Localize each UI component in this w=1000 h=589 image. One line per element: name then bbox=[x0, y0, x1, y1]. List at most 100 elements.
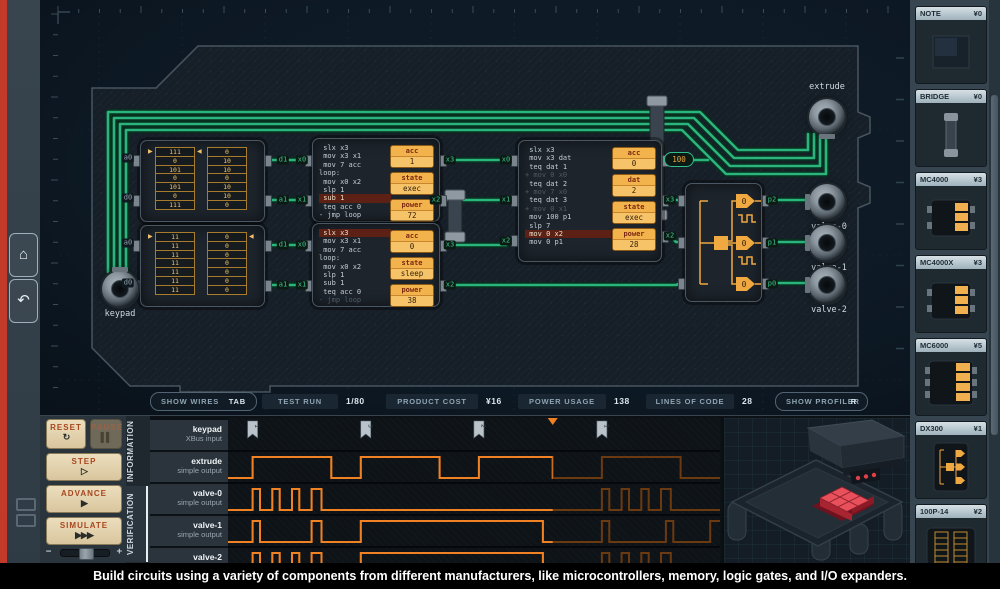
part-card-mc4000x[interactable]: MC4000X¥3 bbox=[915, 255, 987, 333]
chip-pin bbox=[678, 278, 685, 290]
wire-label: a1 bbox=[277, 281, 289, 290]
reset-button[interactable]: RESET ↻ bbox=[46, 419, 86, 449]
part-card-mc6000[interactable]: MC6000 ¥5 bbox=[915, 338, 987, 416]
advance-label: ADVANCE bbox=[61, 489, 107, 498]
circuit-viewport[interactable]: ▶ ◀ 111010101010111 01010010100 ▶ ◀ 1111… bbox=[40, 0, 910, 415]
code-editor[interactable]: slx x3 mov x3 x1 mov 7 accloop: mov x0 x… bbox=[319, 144, 391, 220]
part-name: MC6000 bbox=[920, 339, 948, 352]
code-line: slp 1 bbox=[319, 186, 391, 194]
code-line: slx x3 bbox=[525, 146, 611, 154]
svg-text:2: 2 bbox=[479, 424, 487, 428]
chip-pin bbox=[678, 237, 685, 249]
track-label-extrude: extrudesimple output bbox=[150, 452, 228, 482]
part-card-mc4000[interactable]: MC4000 ¥3 bbox=[915, 172, 987, 250]
pause-button[interactable]: PAUSE ▌▌ bbox=[90, 419, 122, 449]
wire-label: x1 bbox=[296, 281, 308, 290]
wire-label: x2 bbox=[664, 232, 676, 241]
minus-icon[interactable]: − bbox=[46, 546, 51, 558]
mc4000-thumbnail bbox=[925, 196, 977, 240]
test-run-label: TEST RUN bbox=[262, 394, 338, 409]
register-value: 0 bbox=[391, 242, 433, 252]
slider-track[interactable] bbox=[60, 549, 110, 557]
microcontroller-mc4000x[interactable]: slx x3 mov x3 x1 mov 7 accloop: mov x0 x… bbox=[312, 223, 440, 307]
show-profiler-button[interactable]: SHOW PROFILER R bbox=[775, 392, 868, 411]
step-icon: ▷ bbox=[47, 466, 121, 477]
mem-cursor: ▶ bbox=[148, 147, 153, 157]
code-line: mov x3 x1 bbox=[319, 237, 391, 245]
part-card-dx300[interactable]: DX300¥1 bbox=[915, 421, 987, 499]
code-line: mov 7 acc bbox=[319, 161, 391, 169]
port-label: d0 bbox=[122, 279, 134, 288]
part-price: ¥3 bbox=[974, 173, 982, 186]
connector-label: keypad bbox=[105, 309, 136, 319]
scrollbar-handle[interactable] bbox=[991, 95, 998, 435]
simulate-button[interactable]: SIMULATE ▶▶▶ bbox=[46, 517, 122, 545]
microcontroller-mc6000[interactable]: slx x3 mov x3 dat teq dat 1+ mov 0 x0 te… bbox=[518, 140, 662, 262]
register-label: acc bbox=[391, 146, 433, 157]
code-line: + mov 7 x0 bbox=[525, 188, 611, 196]
code-line: mov 0 x2 bbox=[525, 230, 611, 238]
note-thumbnail bbox=[929, 32, 973, 72]
code-editor[interactable]: slx x3 mov x3 dat teq dat 1+ mov 0 x0 te… bbox=[525, 146, 611, 247]
dx300-thumbnail bbox=[929, 440, 973, 494]
home-button[interactable]: ⌂ bbox=[9, 233, 38, 277]
time-marker[interactable] bbox=[548, 418, 558, 425]
part-price: ¥0 bbox=[974, 90, 982, 103]
undo-button[interactable]: ↶ bbox=[9, 279, 38, 323]
part-price: ¥1 bbox=[974, 422, 982, 435]
register-label: power bbox=[613, 229, 655, 240]
gate-value: 0 bbox=[742, 280, 747, 289]
part-name: 100P-14 bbox=[920, 505, 948, 518]
part-name: MC4000 bbox=[920, 173, 948, 186]
part-price: ¥5 bbox=[974, 339, 982, 352]
ram-chip-100p14[interactable]: ▶ ◀ 11111111111111 0000000 bbox=[140, 225, 265, 307]
xbus-value-flag: 1 bbox=[248, 421, 262, 438]
reset-label: RESET bbox=[50, 423, 82, 432]
step-button[interactable]: STEP ▷ bbox=[46, 453, 122, 481]
register-value: 72 bbox=[391, 211, 433, 221]
code-line: loop: bbox=[319, 169, 391, 177]
code-editor[interactable]: slx x3 mov x3 x1 mov 7 accloop: mov x0 x… bbox=[319, 229, 391, 305]
plus-icon[interactable]: + bbox=[117, 546, 122, 558]
register-dat: dat2 bbox=[612, 174, 656, 197]
show-profiler-key: R bbox=[851, 393, 857, 410]
port-label: a0 bbox=[122, 239, 134, 248]
wire-label: x0 bbox=[500, 156, 512, 165]
caption-bar: Build circuits using a variety of compon… bbox=[0, 563, 1000, 589]
left-toolbar: ⌂ ↶ bbox=[7, 0, 40, 589]
logic-gate-chip-dx300[interactable]: 0 0 0 bbox=[685, 183, 762, 302]
svg-text:3: 3 bbox=[366, 424, 374, 428]
game-logo bbox=[16, 498, 38, 530]
slider-handle[interactable] bbox=[79, 548, 94, 560]
mem-cursor: ◀ bbox=[249, 232, 254, 242]
memory-cell: 111 bbox=[155, 200, 195, 210]
waveform-plot: 1 3 2 1 bbox=[228, 418, 720, 582]
register-value: exec bbox=[613, 213, 655, 223]
waveform-expected bbox=[228, 521, 720, 542]
sidebar-scrollbar[interactable] bbox=[989, 0, 1000, 563]
waveform-svg: 1 3 2 1 bbox=[228, 418, 720, 582]
code-line: teq dat 2 bbox=[525, 180, 611, 188]
power-usage-label: POWER USAGE bbox=[518, 394, 606, 409]
lines-of-code-value: 28 bbox=[742, 394, 752, 409]
xbus-value-flag: 1 bbox=[597, 421, 611, 438]
tab-information[interactable]: INFORMATION bbox=[126, 418, 150, 484]
memory-cell: 11 bbox=[155, 285, 195, 295]
chip-pin bbox=[678, 195, 685, 207]
register-column: acc0dat2stateexecpower28 bbox=[612, 147, 656, 255]
microcontroller-mc4000x[interactable]: slx x3 mov x3 x1 mov 7 accloop: mov x0 x… bbox=[312, 138, 440, 222]
track-subtitle: simple output bbox=[150, 498, 222, 507]
wire-label: x1 bbox=[296, 196, 308, 205]
code-line: teq dat 1 bbox=[525, 163, 611, 171]
ram-chip-100p14[interactable]: ▶ ◀ 111010101010111 01010010100 bbox=[140, 140, 265, 222]
chip-pin bbox=[133, 155, 140, 167]
show-wires-button[interactable]: SHOW WIRES TAB bbox=[150, 392, 257, 411]
part-card-bridge[interactable]: BRIDGE¥0 bbox=[915, 89, 987, 167]
code-line: loop: bbox=[319, 254, 391, 262]
part-name: MC4000X bbox=[920, 256, 953, 269]
advance-button[interactable]: ADVANCE ▶ bbox=[46, 485, 122, 513]
part-card-note[interactable]: NOTE¥0 bbox=[915, 6, 987, 84]
port-label: a0 bbox=[122, 154, 134, 163]
bridge-component[interactable] bbox=[445, 190, 465, 242]
bottom-panel: RESET ↻ PAUSE ▌▌ STEP ▷ ADVANCE ▶ SIMULA… bbox=[40, 415, 910, 563]
